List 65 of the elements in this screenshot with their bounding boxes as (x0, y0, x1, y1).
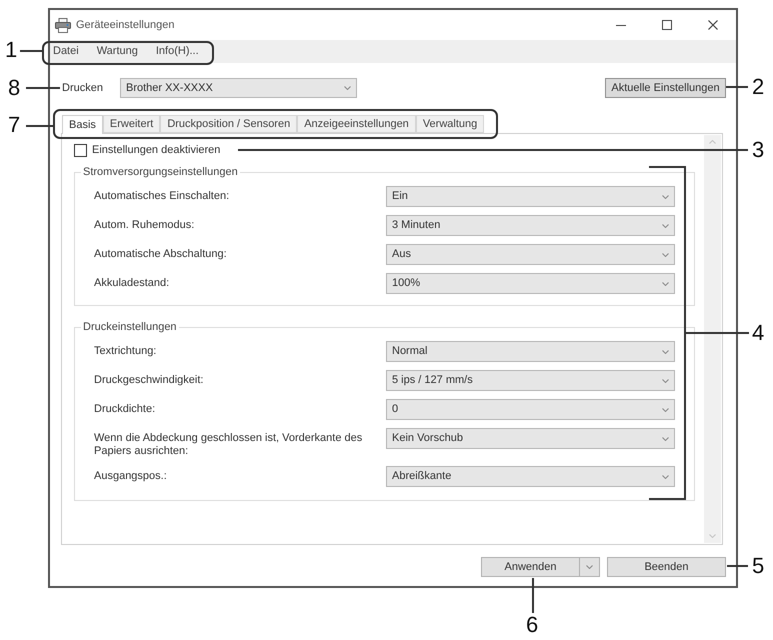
dropdown[interactable]: Ein (386, 186, 675, 207)
caret-icon (662, 474, 669, 478)
caret-icon (662, 408, 669, 412)
leader-line (26, 87, 60, 89)
callout-number: 8 (8, 77, 20, 99)
checkbox[interactable] (74, 144, 87, 157)
caret-icon (662, 436, 669, 440)
callout-number: 1 (5, 39, 18, 61)
leader-line (26, 125, 53, 127)
setting-label: Druckdichte: (94, 402, 156, 416)
setting-label: Autom. Ruhemodus: (94, 218, 196, 232)
caret-icon (662, 224, 669, 228)
caret-icon (586, 565, 593, 569)
callout-number: 6 (526, 614, 538, 636)
caret-icon (662, 282, 669, 286)
dropdown[interactable]: 0 (386, 399, 675, 420)
printer-label: Drucken (62, 80, 104, 96)
apply-button[interactable]: Anwenden (481, 557, 580, 577)
minimize-icon[interactable] (616, 24, 626, 26)
dropdown[interactable]: 100% (386, 273, 675, 294)
callout-number: 2 (752, 76, 764, 98)
printer-icon (55, 18, 71, 32)
setting-label: Wenn die Abdeckung geschlossen ist, Vorderkante des Papiers ausrichten: (94, 431, 364, 458)
caret-icon (662, 252, 669, 256)
maximize-icon[interactable] (662, 20, 672, 30)
leader-line (726, 86, 748, 88)
caret-icon (662, 194, 669, 198)
menu-item[interactable]: Info(H)... (154, 43, 200, 60)
dropdown[interactable]: Brother XX-XXXX (120, 78, 357, 98)
leader-line (20, 50, 42, 52)
dropdown[interactable]: Kein Vorschub (386, 428, 675, 449)
dropdown[interactable]: Aus (386, 244, 675, 265)
current-settings-button[interactable]: Aktuelle Einstellungen (605, 78, 726, 98)
callout-number: 5 (752, 555, 764, 577)
group-title: Druckeinstellungen (81, 321, 179, 334)
tab[interactable]: Druckposition / Sensoren (160, 115, 298, 133)
callout-number: 4 (752, 322, 764, 344)
tab[interactable]: Basis (62, 115, 103, 134)
dropdown[interactable]: Normal (386, 341, 675, 362)
setting-label: Druckgeschwindigkeit: (94, 373, 204, 387)
caret-icon (662, 350, 669, 354)
group-title: Stromversorgungseinstellungen (81, 166, 240, 179)
checkbox-label: Einstellungen deaktivieren (92, 144, 220, 157)
setting-label: Automatische Abschaltung: (94, 247, 228, 261)
menu-item[interactable]: Wartung (96, 43, 139, 60)
tab[interactable]: Anzeigeeinstellungen (297, 115, 416, 133)
close-icon[interactable] (708, 20, 718, 30)
callout-number: 7 (8, 114, 20, 136)
setting-label: Automatisches Einschalten: (94, 189, 230, 203)
callout-number: 3 (752, 139, 764, 161)
caret-icon (662, 378, 669, 382)
leader-line (532, 578, 534, 613)
setting-label: Textrichtung: (94, 344, 158, 358)
tab[interactable]: Verwaltung (416, 115, 484, 133)
exit-button[interactable]: Beenden (607, 557, 726, 577)
dropdown[interactable]: 5 ips / 127 mm/s (386, 370, 675, 391)
setting-label: Akkuladestand: (94, 276, 170, 290)
caret-icon (344, 86, 351, 90)
window-title: Geräteeinstellungen (76, 18, 174, 33)
setting-label: Ausgangspos.: (94, 469, 168, 483)
menu-item[interactable]: Datei (52, 43, 80, 60)
tab[interactable]: Erweitert (102, 115, 160, 133)
leader-line (727, 565, 748, 567)
dropdown[interactable]: Abreißkante (386, 466, 675, 487)
dropdown[interactable]: 3 Minuten (386, 215, 675, 236)
